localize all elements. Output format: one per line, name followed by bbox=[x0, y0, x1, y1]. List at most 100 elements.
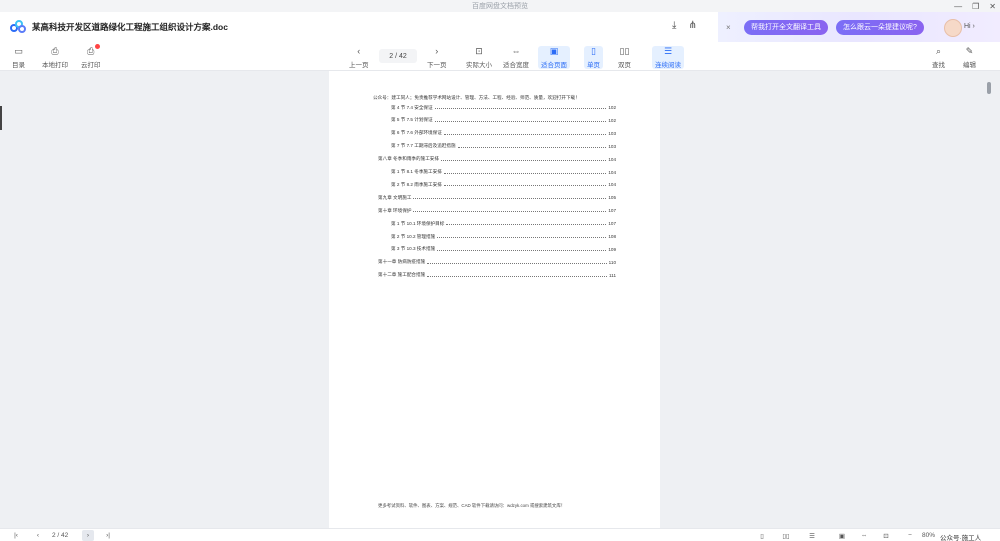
toc-entry-page: 105 bbox=[608, 195, 616, 201]
continuous-view-icon[interactable]: ☰ bbox=[806, 530, 818, 541]
toc-dot-leader bbox=[437, 235, 607, 238]
single-page-view-icon[interactable]: ▯ bbox=[756, 530, 768, 541]
header-actions: ⤓ ⋔ bbox=[672, 20, 697, 31]
status-page-indicator[interactable]: 2 / 42 bbox=[52, 530, 68, 541]
toc-entry-page: 103 bbox=[608, 143, 616, 149]
ai-close-icon[interactable]: × bbox=[726, 23, 736, 32]
toc-entry-page: 104 bbox=[608, 182, 616, 188]
edit-button[interactable]: ✎ 编辑 bbox=[963, 45, 976, 70]
toc-entry-page: 104 bbox=[608, 156, 616, 162]
next-page-icon[interactable]: › bbox=[82, 530, 94, 541]
toc-entry[interactable]: 第 1 节 8.1 冬季施工安排 104 bbox=[391, 169, 616, 176]
toc-dot-leader bbox=[443, 171, 607, 174]
toc-entry-title: 第 7 节 7.7 工期滞后及追赶措施 bbox=[391, 143, 456, 149]
double-page-button[interactable]: ▯▯ 双页 bbox=[618, 45, 631, 70]
toc-entry-title: 第 1 节 10.1 环境保护目标 bbox=[391, 220, 445, 226]
toc-entry-title: 第 3 节 10.3 技术措施 bbox=[391, 246, 436, 252]
toc-dot-leader bbox=[443, 183, 607, 187]
toc-entry[interactable]: 第十二章 施工配合措施 111 bbox=[378, 272, 616, 279]
continuous-scroll-icon: ☰ bbox=[663, 45, 673, 56]
toc-entry-page: 107 bbox=[608, 208, 616, 214]
toc-dot-leader bbox=[443, 132, 607, 135]
panel-resize-handle[interactable] bbox=[0, 106, 2, 130]
toc-entry[interactable]: 第 6 节 7.6 外部环境保证 103 bbox=[391, 130, 616, 137]
prev-page-button[interactable]: ‹ 上一页 bbox=[349, 46, 369, 69]
notification-dot bbox=[94, 44, 100, 49]
toc-entry-title: 第 2 节 10.2 管理措施 bbox=[391, 233, 436, 239]
toc-entry-title: 第 6 节 7.6 外部环境保证 bbox=[391, 130, 442, 136]
actual-size-icon: ⊡ bbox=[475, 45, 483, 56]
double-page-icon: ▯▯ bbox=[619, 45, 630, 56]
single-page-button[interactable]: ▯ 单页 bbox=[584, 46, 603, 69]
fit-page-status-icon[interactable]: ▣ bbox=[836, 530, 848, 541]
toc-entry[interactable]: 第 5 节 7.5 计划保证 102 bbox=[391, 117, 616, 124]
double-page-view-icon[interactable]: ▯▯ bbox=[780, 530, 792, 541]
download-icon[interactable]: ⤓ bbox=[672, 20, 676, 31]
pencil-icon: ✎ bbox=[965, 45, 974, 56]
printer-icon: ⎙ bbox=[51, 45, 59, 56]
fit-page-icon: ▣ bbox=[549, 45, 559, 56]
fit-width-button[interactable]: ⇔ 适合宽度 bbox=[503, 46, 529, 69]
toc-entry-title: 第 1 节 8.1 冬季施工安排 bbox=[391, 169, 442, 174]
toc-entry-page: 111 bbox=[609, 272, 616, 278]
toc-entry-title: 第 4 节 7.4 安全保证 bbox=[391, 104, 433, 110]
toc-dot-leader bbox=[446, 222, 607, 226]
toc-entry-page: 109 bbox=[608, 246, 616, 252]
ai-assistant-bar: × 帮我打开全文翻译工具 怎么跟云一朵提建议呢? Hi › bbox=[718, 12, 1000, 42]
window-controls: — ❐ ✕ bbox=[954, 0, 996, 12]
search-button[interactable]: ⌕ 查找 bbox=[932, 45, 945, 70]
search-icon: ⌕ bbox=[935, 45, 942, 56]
toc-dot-leader bbox=[413, 209, 607, 213]
toc-entry[interactable]: 第 7 节 7.7 工期滞后及追赶措施 103 bbox=[391, 143, 616, 150]
local-print-button[interactable]: ⎙ 本地打印 bbox=[42, 45, 68, 70]
toc-entry[interactable]: 第十章 环境保护 107 bbox=[378, 207, 616, 214]
toc-dot-leader bbox=[434, 106, 607, 109]
watermark-text: 公众号·施工人 bbox=[940, 535, 982, 541]
continuous-read-button[interactable]: ☰ 连续阅读 bbox=[652, 46, 684, 69]
toc-entry-page: 104 bbox=[608, 169, 616, 175]
fit-width-icon: ⇔ bbox=[511, 46, 521, 56]
vertical-scrollbar[interactable] bbox=[987, 82, 991, 94]
share-icon[interactable]: ⋔ bbox=[688, 20, 696, 31]
toc-entry[interactable]: 第九章 文明施工 105 bbox=[378, 194, 616, 201]
ai-translate-suggestion-button[interactable]: 帮我打开全文翻译工具 bbox=[744, 19, 828, 35]
status-bar: |‹ ‹ 2 / 42 › ›| ▯ ▯▯ ☰ ▣ ⇔ ⊡ − 80% bbox=[0, 528, 1000, 541]
fit-width-status-icon[interactable]: ⇔ bbox=[858, 530, 870, 541]
toc-entry[interactable]: 第 4 节 7.4 安全保证 102 bbox=[391, 104, 616, 111]
toc-entry[interactable]: 第 2 节 10.2 管理措施 108 bbox=[391, 233, 616, 240]
baidu-netdisk-logo-icon bbox=[10, 20, 26, 34]
first-page-icon[interactable]: |‹ bbox=[10, 530, 22, 541]
prev-page-icon[interactable]: ‹ bbox=[32, 530, 44, 541]
chevron-right-circle-icon: › bbox=[435, 46, 439, 56]
assistant-greeting[interactable]: Hi › bbox=[964, 23, 975, 30]
toc-dot-leader bbox=[437, 248, 607, 251]
toc-entry[interactable]: 第 1 节 10.1 环境保护目标 107 bbox=[391, 220, 616, 227]
last-page-icon[interactable]: ›| bbox=[102, 530, 114, 541]
document-header: 某高科技开发区道路绿化工程施工组织设计方案.doc ⤓ ⋔ × 帮我打开全文翻译… bbox=[0, 12, 1000, 42]
ai-feedback-suggestion-button[interactable]: 怎么跟云一朵提建议呢? bbox=[836, 19, 924, 35]
cloud-printer-icon: ⎙ bbox=[85, 44, 100, 56]
minimize-icon[interactable]: — bbox=[954, 2, 962, 11]
actual-size-button[interactable]: ⊡ 实际大小 bbox=[466, 45, 492, 70]
toc-dot-leader bbox=[457, 145, 607, 148]
cloud-print-button[interactable]: ⎙ 云打印 bbox=[81, 44, 101, 69]
close-window-icon[interactable]: ✕ bbox=[989, 2, 996, 11]
zoom-level[interactable]: 80% bbox=[922, 530, 935, 541]
next-page-button[interactable]: › 下一页 bbox=[427, 46, 447, 69]
actual-size-status-icon[interactable]: ⊡ bbox=[880, 530, 892, 541]
toc-entry[interactable]: 第 3 节 10.3 技术措施 109 bbox=[391, 246, 616, 253]
toc-entry[interactable]: 第 2 节 8.2 雨季施工安排 104 bbox=[391, 181, 616, 188]
toc-entry[interactable]: 第八章 冬季和雨季的施工安排 104 bbox=[378, 156, 616, 163]
fit-page-button[interactable]: ▣ 适合页面 bbox=[538, 46, 570, 69]
restore-icon[interactable]: ❐ bbox=[972, 2, 979, 11]
page-number-input[interactable]: 2 / 42 bbox=[379, 49, 417, 63]
toc-dot-leader bbox=[441, 158, 607, 161]
zoom-out-icon[interactable]: − bbox=[904, 530, 916, 541]
toc-dot-leader bbox=[427, 261, 607, 264]
toc-entry[interactable]: 第十一章 防病防疫措施 110 bbox=[378, 259, 616, 266]
assistant-avatar[interactable] bbox=[944, 19, 962, 37]
single-page-icon: ▯ bbox=[591, 45, 596, 56]
toc-entry-page: 102 bbox=[608, 105, 616, 110]
toc-entry-title: 第 2 节 8.2 雨季施工安排 bbox=[391, 181, 442, 187]
toc-button[interactable]: ▭ 目录 bbox=[12, 46, 25, 70]
